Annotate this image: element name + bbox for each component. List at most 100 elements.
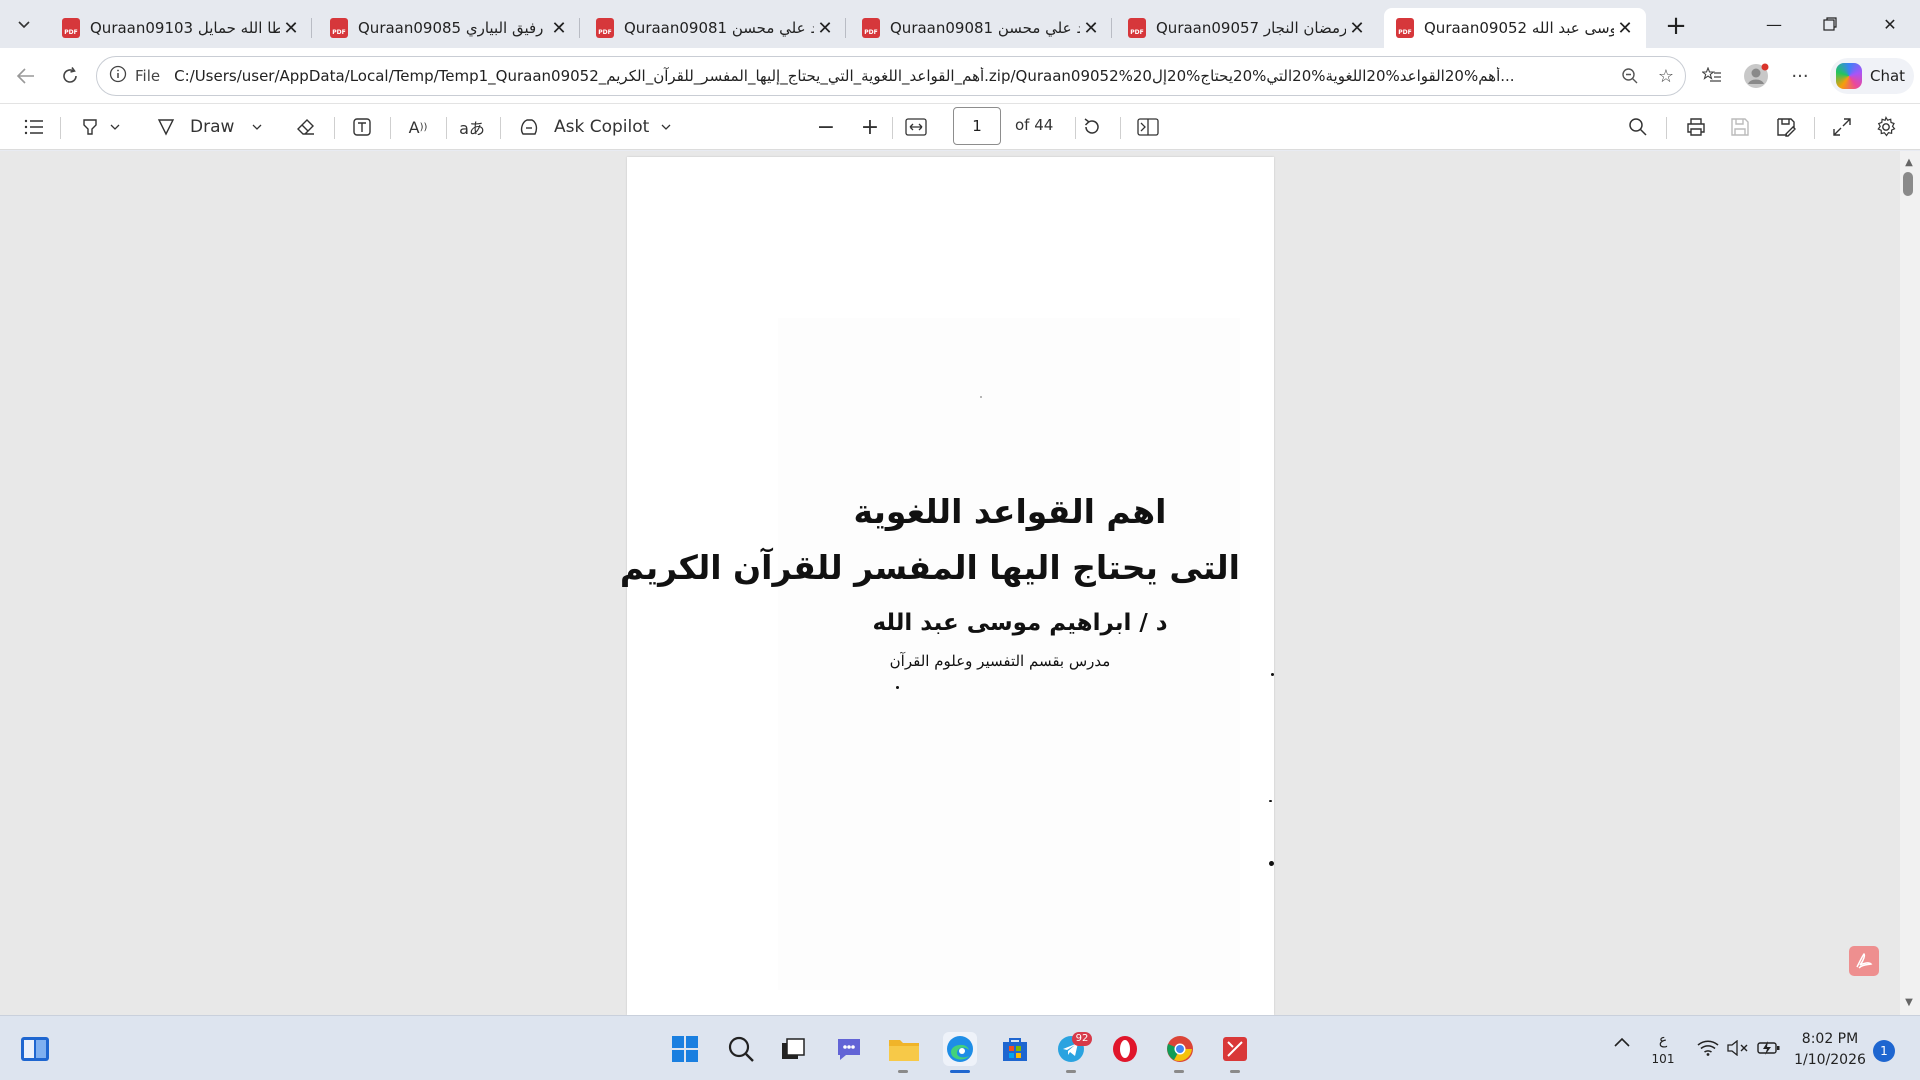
- fullscreen-icon[interactable]: [1826, 111, 1858, 143]
- battery-charging-icon[interactable]: [1756, 1040, 1782, 1060]
- minimize-icon[interactable]: —: [1746, 0, 1802, 48]
- url-scheme-label: File: [135, 67, 161, 85]
- highlight-tool-icon[interactable]: [72, 111, 128, 143]
- browser-tab[interactable]: PDF Quraan09057 دية رمضان النجار ✕: [1116, 8, 1378, 48]
- clock-date[interactable]: 1/10/2026: [1790, 1052, 1870, 1068]
- fit-to-width-icon[interactable]: [900, 111, 932, 143]
- more-options-icon[interactable]: ···: [1784, 60, 1816, 92]
- notification-badge[interactable]: 1: [1873, 1040, 1895, 1062]
- rotate-icon[interactable]: [1076, 111, 1108, 143]
- scan-speck: [1269, 800, 1272, 802]
- draw-tool-button[interactable]: Draw: [156, 111, 276, 143]
- close-tab-icon[interactable]: ✕: [814, 17, 836, 39]
- translate-icon[interactable]: aあ: [456, 111, 488, 143]
- browser-tab[interactable]: PDF Quraan09081 حمد علي محسن ✕: [584, 8, 846, 48]
- browser-tab-active[interactable]: PDF Quraan09052 يم موسى عبد الله ✕: [1384, 8, 1646, 48]
- scroll-up-arrow-icon[interactable]: ▲: [1902, 155, 1916, 169]
- microsoft-store-icon[interactable]: [998, 1032, 1032, 1066]
- read-aloud-icon[interactable]: A)): [402, 111, 434, 143]
- tab-separator: [579, 18, 580, 38]
- print-icon[interactable]: [1680, 111, 1712, 143]
- close-window-icon[interactable]: ✕: [1862, 0, 1918, 48]
- input-language-indicator[interactable]: ع: [1650, 1032, 1676, 1048]
- running-indicator: [1174, 1070, 1184, 1073]
- tab-list-chevron-icon[interactable]: [8, 10, 40, 40]
- browser-tab[interactable]: PDF Quraan09103 عد عطا الله حمايل ✕: [50, 8, 312, 48]
- close-tab-icon[interactable]: ✕: [280, 17, 302, 39]
- url-text[interactable]: C:/Users/user/AppData/Local/Temp/Temp1_Q…: [174, 67, 1673, 85]
- page-count-label: of 44: [1015, 116, 1054, 134]
- tab-strip: PDF Quraan09103 عد عطا الله حمايل ✕ PDF …: [0, 0, 1920, 48]
- document-author: د / ابراهيم موسى عبد الله: [872, 610, 1168, 636]
- close-tab-icon[interactable]: ✕: [548, 17, 570, 39]
- tab-separator: [1111, 18, 1112, 38]
- text-box-icon[interactable]: [346, 111, 378, 143]
- info-icon[interactable]: [109, 65, 127, 87]
- page-number-input[interactable]: 1: [953, 107, 1001, 145]
- close-tab-icon[interactable]: ✕: [1080, 17, 1102, 39]
- scan-speck: [896, 686, 899, 689]
- toolbar-separator: [1814, 117, 1815, 139]
- toolbar-separator: [60, 117, 61, 139]
- favorite-star-icon[interactable]: ☆: [1650, 60, 1682, 92]
- widgets-icon[interactable]: [18, 1032, 52, 1066]
- search-icon[interactable]: [724, 1032, 758, 1066]
- scroll-down-arrow-icon[interactable]: ▼: [1902, 995, 1916, 1009]
- toolbar-separator: [390, 117, 391, 139]
- toolbar-separator: [1120, 117, 1121, 139]
- browser-tab[interactable]: PDF Quraan09085 مراد رفيق البياري ✕: [318, 8, 580, 48]
- scrollbar-thumb[interactable]: [1903, 172, 1913, 196]
- profile-avatar[interactable]: [1740, 60, 1772, 92]
- pdf-file-icon: PDF: [330, 18, 348, 38]
- close-tab-icon[interactable]: ✕: [1614, 17, 1636, 39]
- favorites-list-icon[interactable]: [1696, 60, 1728, 92]
- clock-time[interactable]: 8:02 PM: [1790, 1031, 1870, 1047]
- input-language-sub: 101: [1651, 1052, 1675, 1066]
- draw-label: Draw: [190, 117, 235, 137]
- url-field[interactable]: File C:/Users/user/AppData/Local/Temp/Te…: [96, 56, 1686, 96]
- start-windows-icon[interactable]: [668, 1032, 702, 1066]
- eraser-icon[interactable]: [290, 111, 322, 143]
- zoom-out-icon[interactable]: −: [810, 111, 842, 143]
- pdf-file-icon: PDF: [62, 18, 80, 38]
- acrobat-logo-icon[interactable]: [1849, 946, 1879, 976]
- chrome-browser-icon[interactable]: [1163, 1032, 1197, 1066]
- browser-tab[interactable]: PDF Quraan09081 حمد علي محسن ✕: [850, 8, 1112, 48]
- scan-speck: [980, 396, 982, 398]
- back-arrow-icon[interactable]: [10, 60, 42, 92]
- restore-icon[interactable]: [1802, 0, 1858, 48]
- copilot-chat-button[interactable]: Chat: [1830, 58, 1914, 94]
- save-disabled-icon: [1724, 111, 1756, 143]
- telegram-unread-badge: 92: [1072, 1032, 1092, 1046]
- running-indicator: [1066, 1070, 1076, 1073]
- toolbar-separator: [334, 117, 335, 139]
- contents-list-icon[interactable]: [18, 111, 50, 143]
- task-view-icon[interactable]: [776, 1032, 810, 1066]
- refresh-icon[interactable]: [54, 60, 86, 92]
- show-hidden-icons-chevron-icon[interactable]: [1610, 1036, 1634, 1060]
- volume-muted-icon[interactable]: [1726, 1039, 1750, 1060]
- copilot-logo-icon: [1836, 63, 1862, 89]
- ask-copilot-button[interactable]: Ask Copilot: [518, 111, 678, 143]
- find-magnifier-icon[interactable]: [1622, 111, 1654, 143]
- page-view-icon[interactable]: [1132, 111, 1164, 143]
- wifi-icon[interactable]: [1696, 1040, 1720, 1060]
- save-as-icon[interactable]: [1770, 111, 1802, 143]
- teams-chat-icon[interactable]: [832, 1032, 866, 1066]
- tab-title: Quraan09103 عد عطا الله حمايل: [90, 19, 280, 37]
- settings-gear-icon[interactable]: [1870, 111, 1902, 143]
- toolbar-separator: [446, 117, 447, 139]
- pdf-file-icon: PDF: [596, 18, 614, 38]
- document-title-line1: اهم القواعد اللغوية: [853, 492, 1167, 531]
- tab-separator: [845, 18, 846, 38]
- file-explorer-icon[interactable]: [887, 1032, 921, 1066]
- edge-browser-icon[interactable]: [943, 1032, 977, 1066]
- vertical-scrollbar[interactable]: [1900, 151, 1920, 1015]
- opera-browser-icon[interactable]: [1108, 1032, 1142, 1066]
- active-app-indicator: [950, 1070, 970, 1073]
- new-tab-plus-icon[interactable]: +: [1660, 11, 1692, 41]
- zoom-in-icon[interactable]: +: [854, 111, 886, 143]
- zoom-out-magnifier-icon[interactable]: [1614, 60, 1646, 92]
- pdf-reader-app-icon[interactable]: [1218, 1032, 1252, 1066]
- close-tab-icon[interactable]: ✕: [1346, 17, 1368, 39]
